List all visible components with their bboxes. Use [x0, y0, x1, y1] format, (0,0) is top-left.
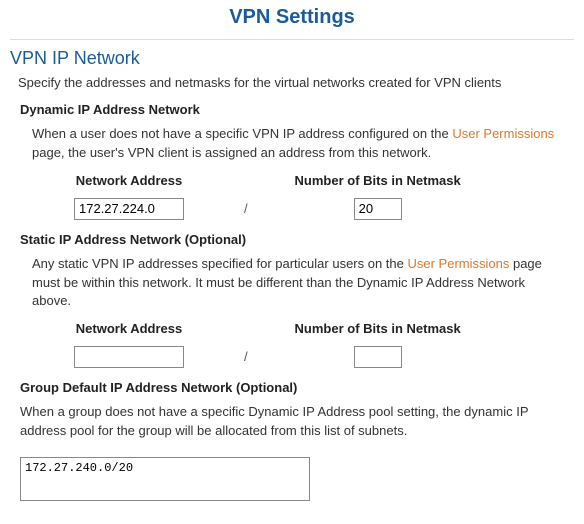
- static-field-row: Network Address / Number of Bits in Netm…: [44, 321, 574, 368]
- static-addr-label: Network Address: [76, 321, 182, 336]
- dynamic-addr-label: Network Address: [76, 173, 182, 188]
- page-title: VPN Settings: [10, 0, 574, 39]
- section-desc: Specify the addresses and netmasks for t…: [18, 75, 574, 90]
- dynamic-bits-col: Number of Bits in Netmask: [278, 173, 478, 220]
- dynamic-addr-col: Network Address: [44, 173, 214, 220]
- static-heading: Static IP Address Network (Optional): [20, 232, 574, 247]
- dynamic-bits-label: Number of Bits in Netmask: [295, 173, 461, 188]
- user-permissions-link[interactable]: User Permissions: [452, 126, 554, 141]
- dynamic-desc-post: page, the user's VPN client is assigned …: [32, 145, 431, 160]
- static-bits-col: Number of Bits in Netmask: [278, 321, 478, 368]
- dynamic-field-row: Network Address / Number of Bits in Netm…: [44, 173, 574, 220]
- static-addr-col: Network Address: [44, 321, 214, 368]
- divider: [10, 39, 574, 40]
- dynamic-desc-pre: When a user does not have a specific VPN…: [32, 126, 452, 141]
- user-permissions-link-static[interactable]: User Permissions: [408, 256, 510, 271]
- group-heading: Group Default IP Address Network (Option…: [20, 380, 574, 395]
- group-subnets-textarea[interactable]: [20, 457, 310, 501]
- section-title: VPN IP Network: [10, 48, 574, 69]
- dynamic-heading: Dynamic IP Address Network: [20, 102, 574, 117]
- static-addr-input[interactable]: [74, 346, 184, 368]
- group-desc: When a group does not have a specific Dy…: [20, 403, 564, 441]
- dynamic-addr-input[interactable]: [74, 198, 184, 220]
- static-desc: Any static VPN IP addresses specified fo…: [32, 255, 564, 312]
- slash-separator-static: /: [214, 349, 278, 368]
- static-bits-label: Number of Bits in Netmask: [295, 321, 461, 336]
- static-desc-pre: Any static VPN IP addresses specified fo…: [32, 256, 408, 271]
- dynamic-bits-input[interactable]: [354, 198, 402, 220]
- static-bits-input[interactable]: [354, 346, 402, 368]
- dynamic-desc: When a user does not have a specific VPN…: [32, 125, 564, 163]
- slash-separator: /: [214, 201, 278, 220]
